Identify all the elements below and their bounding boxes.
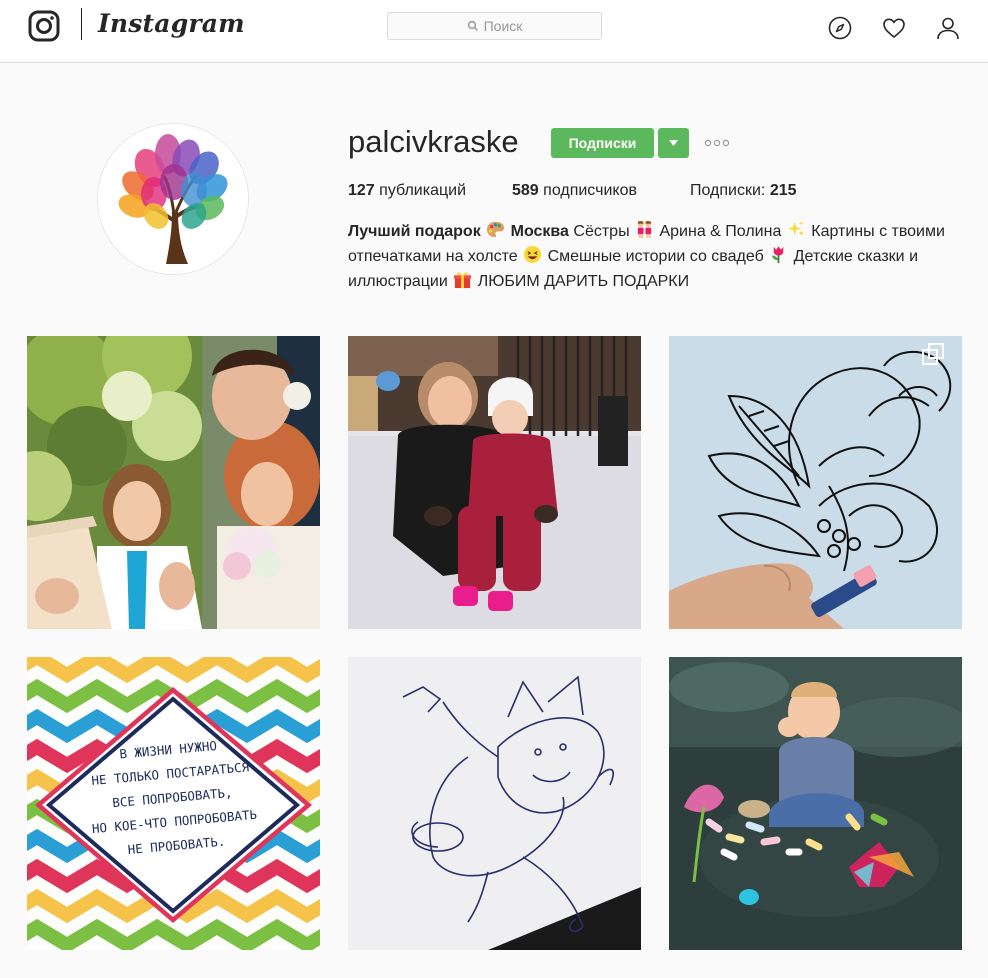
following-button[interactable]: Подписки [551, 128, 654, 158]
logo-divider [81, 8, 82, 40]
posts-count: 127 [348, 182, 375, 199]
bio-text-6: ЛЮБИМ ДАРИТЬ ПОДАРКИ [477, 273, 690, 290]
followers-stat[interactable]: 589 подписчиков [512, 182, 637, 200]
search-icon [467, 20, 478, 32]
post-thumbnail-5[interactable] [348, 657, 641, 950]
profile-bio: Лучший подарок Москва Сёстры Арина & Пол… [348, 219, 958, 294]
palette-emoji-icon [487, 221, 505, 238]
person-icon[interactable] [936, 16, 960, 40]
sparkles-emoji-icon [787, 220, 804, 237]
following-label: Подписки: [690, 182, 766, 199]
search-input[interactable]: Поиск [387, 12, 602, 40]
caret-down-icon [669, 140, 678, 146]
search-placeholder: Поиск [483, 18, 523, 34]
followers-label: подписчиков [543, 182, 637, 199]
sisters-emoji-icon [637, 221, 652, 239]
following-count: 215 [769, 182, 797, 199]
followers-count: 589 [512, 182, 539, 199]
post-thumbnail-3[interactable] [669, 336, 962, 629]
following-stat[interactable]: Подписки: 215 [690, 182, 797, 200]
toddler-chalk-photo [669, 657, 962, 950]
post-thumbnail-2[interactable] [348, 336, 641, 629]
bio-name: Лучший подарок [348, 223, 481, 240]
post-thumbnail-6[interactable] [669, 657, 962, 950]
instagram-camera-icon[interactable] [28, 10, 60, 42]
quote-card-image: В ЖИЗНИ НУЖНО НЕ ТОЛЬКО ПОСТАРАТЬСЯ ВСЕ … [27, 657, 320, 950]
profile-username: palcivkraske [348, 124, 519, 159]
posts-label: публикаций [379, 182, 467, 199]
post-thumbnail-1[interactable] [27, 336, 320, 629]
heart-icon[interactable] [882, 16, 906, 40]
tree-logo [98, 124, 248, 274]
suggestions-dropdown-button[interactable] [658, 128, 689, 158]
compass-icon[interactable] [828, 16, 852, 40]
bio-text-4: Смешные истории со свадеб [547, 248, 764, 265]
bio-text-1: Сёстры [573, 223, 630, 240]
instagram-wordmark[interactable]: Instagram [98, 9, 245, 38]
bio-city: Москва [510, 223, 569, 240]
posts-count-stat: 127 публикаций [348, 182, 466, 200]
bio-text-2: Арина & Полина [659, 223, 782, 240]
profile-avatar[interactable] [97, 123, 249, 275]
post-thumbnail-4[interactable]: В ЖИЗНИ НУЖНО НЕ ТОЛЬКО ПОСТАРАТЬСЯ ВСЕ … [27, 657, 320, 950]
mother-child-snow-photo [348, 336, 641, 629]
wedding-photo [27, 336, 320, 629]
laughing-emoji-icon [524, 245, 542, 264]
gift-emoji-icon [454, 272, 472, 289]
tulip-emoji-icon [772, 246, 784, 264]
top-navigation: Instagram Поиск [0, 0, 988, 63]
ink-drawing-photo [669, 336, 962, 629]
more-options-icon[interactable] [704, 136, 730, 150]
child-sketch-photo [348, 657, 641, 950]
